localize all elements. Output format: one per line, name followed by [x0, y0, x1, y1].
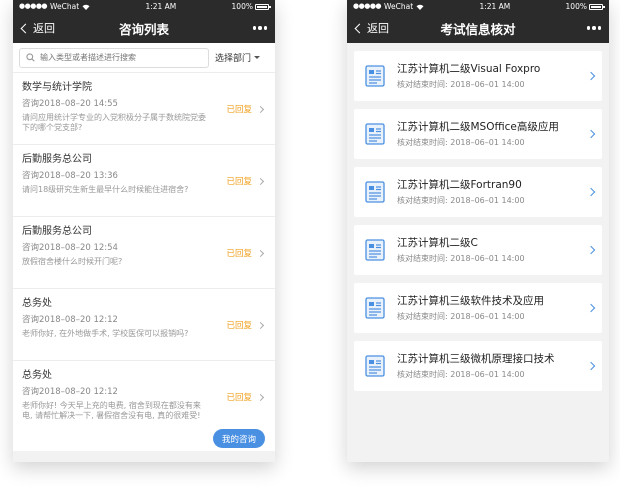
consult-list: 数学与统计学院 咨询2018–08–20 14:55 请问应用统计学专业的入党积… — [13, 73, 275, 451]
item-description: 请问应用统计学专业的入党积极分子属于数统院党委下的哪个党支部? — [22, 113, 206, 132]
battery-icon — [254, 3, 271, 10]
status-time: 1:21 AM — [479, 2, 511, 11]
item-status[interactable]: 已回复 — [226, 175, 265, 187]
card-deadline: 核对结束时间: 2018–06–01 14:00 — [397, 196, 525, 205]
chevron-right-icon — [586, 129, 596, 139]
exam-check-screen: ●●●●● WeChat 1:21 AM 100% 返回 考试信息核对 江苏计算… — [347, 0, 609, 462]
more-button[interactable] — [586, 13, 601, 43]
card-title: 江苏计算机二级MSOffice高级应用 — [397, 121, 559, 133]
card-title: 江苏计算机二级Visual Foxpro — [397, 63, 541, 75]
page-title: 考试信息核对 — [440, 21, 516, 37]
chevron-right-icon — [586, 71, 596, 81]
signal-icon: ●●●●● — [353, 2, 382, 10]
card-deadline: 核对结束时间: 2018–06–01 14:00 — [397, 370, 525, 379]
battery-label: 100% — [565, 2, 587, 11]
department-filter[interactable]: 选择部门 — [215, 51, 261, 64]
chevron-left-icon — [354, 23, 365, 33]
status-badge: 已回复 — [226, 105, 252, 115]
page-title: 咨询列表 — [118, 21, 169, 37]
list-item[interactable]: 后勤服务总公司 咨询2018–08–20 12:54 放假宿舍楼什么时候开门呢?… — [13, 217, 275, 289]
item-description: 放假宿舍楼什么时候开门呢? — [22, 257, 123, 266]
chevron-right-icon — [586, 361, 596, 371]
chevron-left-icon — [20, 23, 31, 33]
carrier-label: WeChat — [50, 2, 80, 11]
exam-card[interactable]: 江苏计算机二级Visual Foxpro 核对结束时间: 2018–06–01 … — [354, 51, 602, 101]
back-button[interactable]: 返回 — [19, 13, 55, 43]
item-status[interactable]: 已回复 — [226, 247, 265, 259]
exam-card[interactable]: 江苏计算机三级微机原理接口技术 核对结束时间: 2018–06–01 14:00 — [354, 341, 602, 391]
search-icon — [26, 53, 35, 62]
card-title: 江苏计算机三级微机原理接口技术 — [397, 353, 555, 365]
item-description: 老师你好! 今天早上充的电费, 宿舍到现在都没有来电, 请帮忙解决一下, 暑假宿… — [22, 401, 201, 420]
list-item[interactable]: 数学与统计学院 咨询2018–08–20 14:55 请问应用统计学专业的入党积… — [13, 73, 275, 145]
item-status[interactable]: 已回复 — [226, 103, 265, 115]
chevron-right-icon — [256, 321, 265, 329]
item-status[interactable]: 已回复 — [226, 391, 265, 403]
status-badge: 已回复 — [226, 321, 252, 331]
consult-list-screen: ●●●●● WeChat 1:21 AM 100% 返回 咨询列表 选择部门 — [13, 0, 275, 462]
status-bar: ●●●●● WeChat 1:21 AM 100% — [13, 0, 275, 13]
document-icon — [365, 355, 385, 377]
document-icon — [365, 65, 385, 87]
filter-label: 选择部门 — [215, 54, 252, 64]
back-label: 返回 — [33, 22, 55, 35]
chevron-right-icon — [256, 393, 265, 401]
chevron-right-icon — [256, 249, 265, 257]
chevron-right-icon — [256, 105, 265, 113]
status-badge: 已回复 — [226, 393, 252, 403]
card-deadline: 核对结束时间: 2018–06–01 14:00 — [397, 254, 525, 263]
list-item[interactable]: 后勤服务总公司 咨询2018–08–20 13:36 请问18级研究生新生最早什… — [13, 145, 275, 217]
item-department: 总务处 — [22, 370, 52, 381]
exam-card[interactable]: 江苏计算机三级软件技术及应用 核对结束时间: 2018–06–01 14:00 — [354, 283, 602, 333]
card-title: 江苏计算机二级C — [397, 237, 478, 249]
document-icon — [365, 123, 385, 145]
status-bar: ●●●●● WeChat 1:21 AM 100% — [347, 0, 609, 13]
nav-bar: 返回 咨询列表 — [13, 13, 275, 43]
card-deadline: 核对结束时间: 2018–06–01 14:00 — [397, 138, 525, 147]
caret-down-icon — [254, 56, 261, 59]
document-icon — [365, 297, 385, 319]
item-description: 请问18级研究生新生最早什么时候能住进宿舍? — [22, 185, 189, 194]
card-deadline: 核对结束时间: 2018–06–01 14:00 — [397, 80, 525, 89]
signal-icon: ●●●●● — [19, 2, 48, 10]
chevron-right-icon — [586, 303, 596, 313]
search-row: 选择部门 — [13, 43, 275, 73]
carrier-label: WeChat — [384, 2, 414, 11]
exam-card[interactable]: 江苏计算机二级MSOffice高级应用 核对结束时间: 2018–06–01 1… — [354, 109, 602, 159]
my-consult-button[interactable]: 我的咨询 — [212, 429, 265, 448]
card-title: 江苏计算机二级Fortran90 — [397, 179, 522, 191]
card-title: 江苏计算机三级软件技术及应用 — [397, 295, 544, 307]
item-department: 后勤服务总公司 — [22, 154, 92, 165]
exam-card[interactable]: 江苏计算机二级Fortran90 核对结束时间: 2018–06–01 14:0… — [354, 167, 602, 217]
item-status[interactable]: 已回复 — [226, 319, 265, 331]
exam-card[interactable]: 江苏计算机二级C 核对结束时间: 2018–06–01 14:00 — [354, 225, 602, 275]
exam-card-list: 江苏计算机二级Visual Foxpro 核对结束时间: 2018–06–01 … — [347, 43, 609, 391]
back-button[interactable]: 返回 — [353, 13, 389, 43]
wifi-icon — [416, 4, 424, 10]
item-department: 数学与统计学院 — [22, 82, 92, 93]
document-icon — [365, 239, 385, 261]
status-badge: 已回复 — [226, 249, 252, 259]
chevron-right-icon — [586, 187, 596, 197]
status-time: 1:21 AM — [145, 2, 177, 11]
search-box[interactable] — [19, 47, 209, 68]
search-input[interactable] — [40, 53, 200, 62]
back-label: 返回 — [367, 22, 389, 35]
chevron-right-icon — [256, 177, 265, 185]
more-dots-icon — [586, 26, 590, 30]
document-icon — [365, 181, 385, 203]
more-dots-icon — [252, 26, 256, 30]
item-department: 后勤服务总公司 — [22, 226, 92, 237]
nav-bar: 返回 考试信息核对 — [347, 13, 609, 43]
wifi-icon — [82, 4, 90, 10]
status-badge: 已回复 — [226, 177, 252, 187]
more-button[interactable] — [252, 13, 267, 43]
item-description: 老师你好, 在外地做手术, 学校医保可以报销吗? — [22, 329, 189, 338]
item-department: 总务处 — [22, 298, 52, 309]
list-item[interactable]: 总务处 咨询2018–08–20 12:12 老师你好, 在外地做手术, 学校医… — [13, 289, 275, 361]
chevron-right-icon — [586, 245, 596, 255]
card-deadline: 核对结束时间: 2018–06–01 14:00 — [397, 312, 525, 321]
battery-icon — [588, 3, 605, 10]
battery-label: 100% — [231, 2, 253, 11]
